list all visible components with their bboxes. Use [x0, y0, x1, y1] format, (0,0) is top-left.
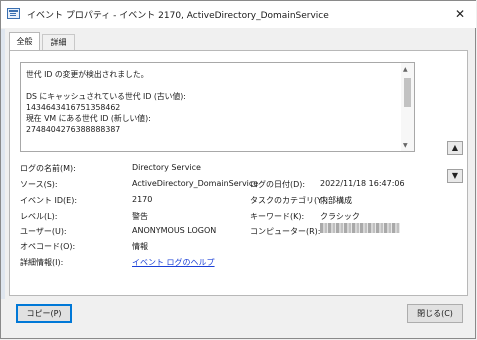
- user-value: ANONYMOUS LOGON: [132, 226, 217, 235]
- previous-event-button[interactable]: ▲: [447, 141, 463, 155]
- computer-value-redacted: [320, 223, 400, 233]
- scroll-down-arrow-icon[interactable]: ▼: [403, 142, 408, 149]
- scrollbar-thumb[interactable]: [404, 78, 411, 107]
- message-scrollbar[interactable]: ▲ ▼: [401, 63, 414, 151]
- scroll-up-arrow-icon[interactable]: ▲: [403, 66, 408, 73]
- log-name-label: ログの名前(M):: [20, 164, 76, 173]
- event-id-label: イベント ID(E):: [20, 196, 78, 205]
- log-name-value: Directory Service: [132, 163, 201, 172]
- keywords-label: キーワード(K):: [250, 212, 305, 221]
- next-event-button[interactable]: ▼: [447, 169, 463, 183]
- opcode-value: 情報: [132, 242, 148, 251]
- event-properties-window: イベント プロパティ - イベント 2170, ActiveDirectory_…: [0, 0, 476, 339]
- close-button[interactable]: 閉じる(C): [407, 304, 463, 323]
- level-label: レベル(L):: [20, 212, 58, 221]
- more-info-label: 詳細情報(I):: [20, 258, 64, 267]
- opcode-label: オペコード(O):: [20, 242, 76, 251]
- user-label: ユーザー(U):: [20, 227, 67, 236]
- event-message-box[interactable]: 世代 ID の変更が検出されました。 DS にキャッシュされている世代 ID (…: [20, 62, 415, 152]
- copy-button[interactable]: コピー(P): [16, 304, 72, 323]
- title-bar[interactable]: イベント プロパティ - イベント 2170, ActiveDirectory_…: [1, 1, 476, 28]
- event-message-text: 世代 ID の変更が検出されました。 DS にキャッシュされている世代 ID (…: [26, 70, 186, 134]
- event-log-help-link[interactable]: イベント ログのヘルプ: [132, 257, 215, 268]
- source-value: ActiveDirectory_DomainService: [132, 179, 259, 188]
- close-window-button[interactable]: ✕: [450, 6, 470, 22]
- keywords-value: クラシック: [320, 212, 360, 221]
- window-title: イベント プロパティ - イベント 2170, ActiveDirectory_…: [27, 11, 329, 21]
- task-category-label: タスクのカテゴリ(Y):: [250, 196, 328, 205]
- source-label: ソース(S):: [20, 180, 58, 189]
- logged-value: 2022/11/18 16:47:06: [320, 179, 405, 188]
- task-category-value: 内部構成: [320, 196, 352, 205]
- tab-general[interactable]: 全般: [9, 32, 40, 51]
- background-window-edge: [1, 29, 5, 299]
- tab-details[interactable]: 詳細: [42, 34, 75, 50]
- computer-label: コンピューター(R):: [250, 227, 321, 236]
- logged-label: ログの日付(D):: [250, 180, 306, 189]
- event-viewer-icon: [7, 8, 20, 19]
- event-id-value: 2170: [132, 195, 153, 204]
- level-value: 警告: [132, 212, 148, 221]
